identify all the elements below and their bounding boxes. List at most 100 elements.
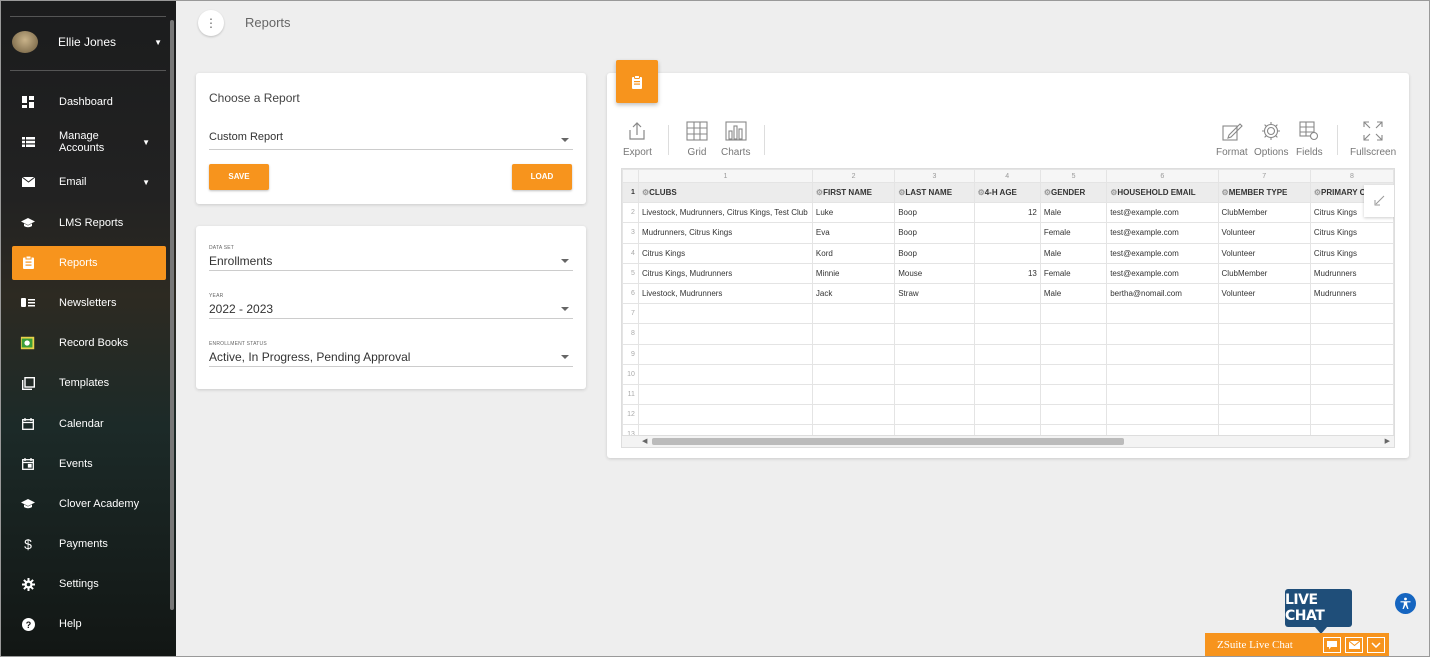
grid-cell[interactable] [1106,363,1219,385]
mail-icon[interactable] [1345,637,1363,653]
gear-icon[interactable]: ⚙ [816,188,823,197]
sidebar-item-lms-reports[interactable]: LMS Reports [12,206,166,240]
grid-cell[interactable] [637,363,813,385]
grid-cell[interactable] [1309,323,1394,345]
grid-cell[interactable] [894,323,975,345]
scroll-left-icon[interactable]: ◀ [642,437,647,445]
row-number[interactable]: 12 [622,404,639,426]
options-button[interactable]: Options [1254,119,1288,158]
grid-cell[interactable] [1217,404,1311,426]
scrollbar-thumb[interactable] [652,438,1124,445]
grid-cell[interactable] [973,363,1041,385]
grid-cell[interactable]: Mouse [894,262,975,284]
grid-cell[interactable]: Livestock, Mudrunners [637,282,813,305]
grid-cell[interactable] [1217,303,1311,325]
grid-cell[interactable] [1217,383,1311,406]
charts-button[interactable]: Charts [721,119,750,158]
column-number[interactable]: 1 [637,169,813,183]
grid-cell[interactable] [811,363,896,385]
column-number[interactable]: 3 [894,169,975,183]
column-number[interactable]: 4 [973,169,1041,183]
grid-cell[interactable]: Volunteer [1217,242,1311,264]
grid-cell[interactable]: test@example.com [1106,262,1219,284]
grid-cell[interactable]: Male [1039,242,1108,264]
sidebar-item-calendar[interactable]: Calendar [12,407,166,441]
export-button[interactable]: Export [623,119,652,158]
grid-cell[interactable] [1309,303,1394,325]
column-number[interactable]: 6 [1106,169,1219,183]
more-vertical-icon[interactable]: ⋮ [198,10,224,36]
chevron-down-icon[interactable] [1367,637,1385,653]
grid-cell[interactable] [1309,404,1394,426]
column-number[interactable]: 5 [1039,169,1108,183]
grid-cell[interactable] [811,383,896,406]
grid-cell[interactable] [973,323,1041,345]
grid-cell[interactable]: Luke [811,202,896,224]
grid-cell[interactable] [1309,363,1394,385]
report-grid[interactable]: 12345678 1 ⚙CLUBS ⚙FIRST NAME ⚙LAST NAME ⚙4-… [621,168,1395,448]
sidebar-item-events[interactable]: Events [12,447,166,481]
grid-cell[interactable]: Citrus Kings [637,242,813,264]
enrollment-status-select[interactable]: Active, In Progress, Pending Approval [209,347,573,367]
grid-cell[interactable] [637,383,813,406]
row-number[interactable]: 2 [622,202,639,224]
gear-icon[interactable]: ⚙ [978,188,985,197]
grid-cell[interactable]: Mudrunners [1309,282,1394,305]
grid-cell[interactable]: Kord [811,242,896,264]
sidebar-item-reports[interactable]: Reports [12,245,166,280]
row-number[interactable]: 3 [622,222,639,244]
grid-cell[interactable] [1039,303,1108,325]
grid-cell[interactable] [1039,383,1108,406]
grid-cell[interactable] [894,303,975,325]
grid-cell[interactable] [637,343,813,365]
grid-cell[interactable]: Male [1039,282,1108,305]
grid-cell[interactable] [1039,343,1108,365]
row-number[interactable]: 11 [622,383,639,406]
grid-cell[interactable]: Boop [894,202,975,224]
grid-cell[interactable] [1039,323,1108,345]
row-number[interactable]: 9 [622,343,639,365]
grid-cell[interactable]: Boop [894,242,975,264]
live-chat-bar[interactable]: ZSuite Live Chat [1205,633,1389,657]
grid-cell[interactable] [1217,363,1311,385]
grid-cell[interactable]: Citrus Kings [1309,242,1394,264]
gear-icon[interactable]: ⚙ [1044,188,1051,197]
grid-cell[interactable] [973,404,1041,426]
year-select[interactable]: 2022 - 2023 [209,299,573,319]
load-button[interactable]: LOAD [512,164,572,190]
grid-cell[interactable]: test@example.com [1106,242,1219,264]
grid-cell[interactable] [1309,383,1394,406]
fields-button[interactable]: Fields [1296,119,1323,158]
grid-cell[interactable] [1039,404,1108,426]
sidebar-item-newsletters[interactable]: Newsletters [12,286,166,320]
row-number[interactable]: 6 [622,282,639,305]
column-header[interactable]: ⚙4-H AGE [973,181,1041,204]
grid-cell[interactable]: test@example.com [1106,222,1219,244]
fullscreen-button[interactable]: Fullscreen [1350,119,1396,158]
grid-cell[interactable] [1106,323,1219,345]
grid-cell[interactable] [637,404,813,426]
grid-cell[interactable]: Volunteer [1217,282,1311,305]
column-number[interactable]: 8 [1309,169,1394,183]
sidebar-item-manage-accounts[interactable]: Manage Accounts ▼ [12,125,166,159]
row-number[interactable]: 4 [622,242,639,264]
grid-cell[interactable]: Male [1039,202,1108,224]
column-header[interactable]: ⚙CLUBS [637,181,813,204]
sidebar-item-help[interactable]: ? Help [12,607,166,641]
grid-cell[interactable]: 12 [973,202,1041,224]
grid-cell[interactable]: Jack [811,282,896,305]
grid-cell[interactable]: Minnie [811,262,896,284]
grid-cell[interactable]: Volunteer [1217,222,1311,244]
format-button[interactable]: Format [1216,119,1248,158]
sidebar-item-email[interactable]: Email ▼ [12,165,166,199]
sidebar-item-settings[interactable]: Settings [12,567,166,601]
grid-cell[interactable]: Eva [811,222,896,244]
row-number[interactable]: 5 [622,262,639,284]
grid-cell[interactable] [973,303,1041,325]
grid-cell[interactable] [973,282,1041,305]
grid-cell[interactable]: 13 [973,262,1041,284]
accessibility-icon[interactable] [1395,593,1416,614]
data-set-select[interactable]: Enrollments [209,251,573,271]
grid-cell[interactable] [973,222,1041,244]
grid-cell[interactable] [894,404,975,426]
